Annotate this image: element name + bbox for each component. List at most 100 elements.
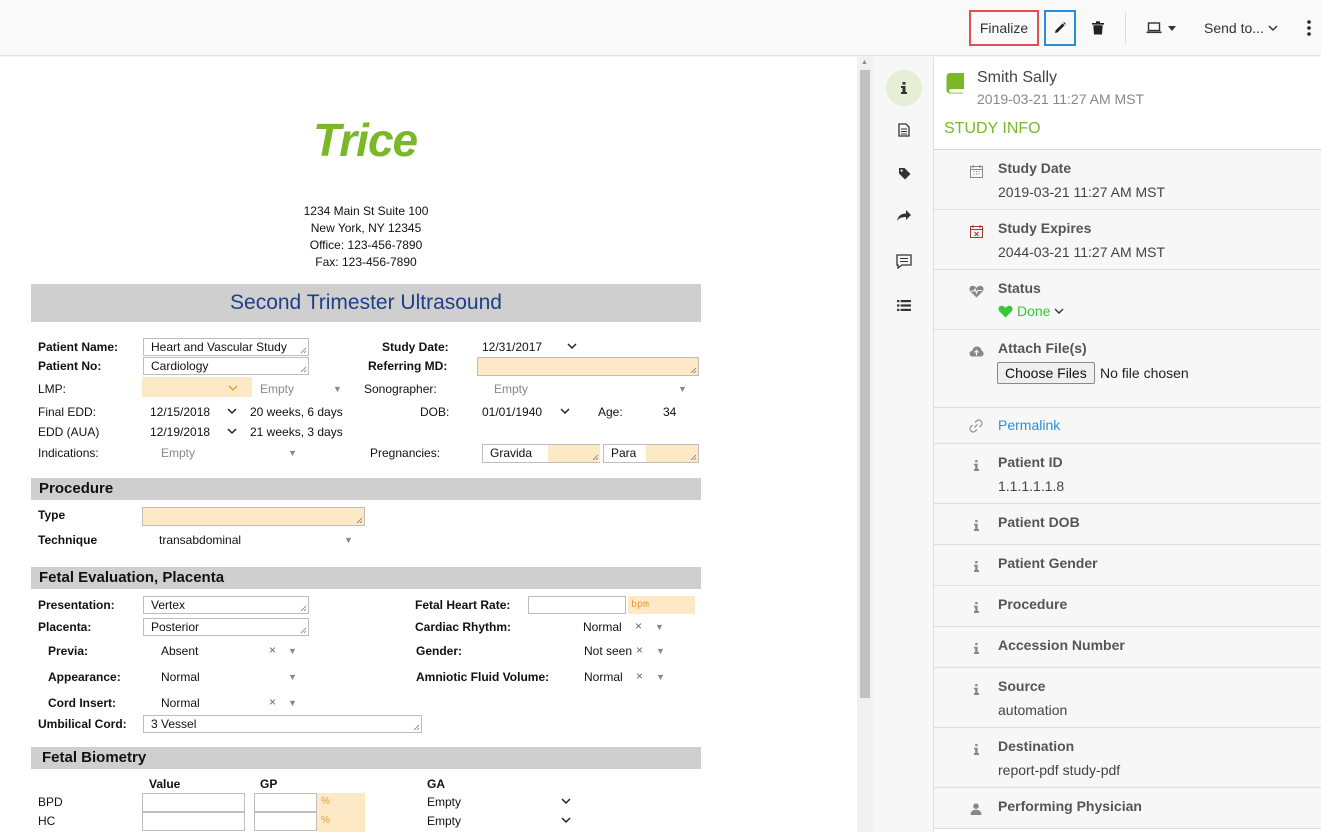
bpd-gp-input[interactable]: [254, 793, 317, 812]
finalize-button[interactable]: Finalize: [969, 10, 1039, 46]
hc-value-input[interactable]: [142, 812, 245, 831]
patient-name-field[interactable]: Heart and Vascular Study: [143, 338, 309, 356]
caret-down-icon: [1168, 25, 1176, 31]
final-edd-value: 12/15/2018: [150, 405, 211, 419]
report-document: Trice 1234 Main St Suite 100 New York, N…: [0, 57, 857, 832]
info-icon: [901, 82, 907, 94]
procedure-section-header: Procedure: [31, 478, 701, 500]
study-expires-value: 2044-03-21 11:27 AM MST: [998, 244, 1166, 260]
caret-down-icon[interactable]: ▼: [288, 672, 297, 682]
attach-files-row: Attach File(s) Choose Files No file chos…: [934, 330, 1321, 408]
bpd-label: BPD: [38, 795, 63, 809]
cloud-upload-icon: [968, 343, 984, 359]
edit-button[interactable]: [1044, 10, 1076, 46]
previa-value: Absent: [161, 644, 199, 658]
bpd-ga-value: Empty: [427, 795, 462, 809]
study-timestamp: 2019-03-21 11:27 AM MST: [977, 91, 1145, 107]
para-label: Para: [611, 446, 637, 460]
chevron-down-icon[interactable]: [227, 406, 237, 416]
chevron-down-icon[interactable]: [560, 406, 570, 416]
referring-md-field[interactable]: [477, 357, 699, 376]
referring-md-label: Referring MD:: [368, 359, 448, 373]
cord-insert-value: Normal: [161, 696, 200, 710]
caret-down-icon[interactable]: ▼: [288, 698, 297, 708]
hc-gp-input[interactable]: [254, 812, 317, 831]
fetal-eval-section-header: Fetal Evaluation, Placenta: [31, 567, 701, 589]
resize-grip-icon: [356, 517, 363, 524]
chevron-down-icon[interactable]: [561, 796, 571, 806]
study-date-label: Study Date:: [382, 340, 449, 354]
bpd-value-input[interactable]: [142, 793, 245, 812]
caret-down-icon[interactable]: ▼: [333, 384, 342, 394]
patient-no-field[interactable]: Cardiology: [143, 357, 309, 375]
info-icon: [968, 741, 984, 757]
amniotic-label: Amniotic Fluid Volume:: [416, 670, 550, 684]
chevron-down-icon: [228, 385, 238, 392]
technique-value: transabdominal: [159, 533, 242, 547]
clear-icon[interactable]: ×: [269, 695, 276, 709]
rail-tab-tags[interactable]: [886, 155, 922, 191]
study-date-row: Study Date 2019-03-21 11:27 AM MST: [934, 150, 1321, 210]
delete-button[interactable]: [1086, 14, 1110, 42]
tag-icon: [898, 167, 910, 179]
clear-icon[interactable]: ×: [636, 643, 643, 657]
lmp-date-field[interactable]: [142, 377, 252, 397]
type-label: Type: [38, 508, 66, 522]
choose-files-button[interactable]: Choose Files: [997, 362, 1095, 384]
send-to-button[interactable]: Send to...: [1204, 14, 1284, 42]
caret-down-icon[interactable]: ▼: [678, 384, 687, 394]
accession-number-label: Accession Number: [998, 637, 1125, 653]
viewer-dropdown-button[interactable]: [1140, 14, 1182, 42]
scrollbar-thumb[interactable]: [860, 70, 870, 698]
rail-tab-list[interactable]: [886, 287, 922, 323]
umbilical-cord-field[interactable]: 3 Vessel: [143, 715, 422, 733]
rail-tab-share[interactable]: [886, 198, 922, 234]
caret-down-icon[interactable]: ▼: [656, 646, 665, 656]
patient-name-label: Patient Name:: [38, 340, 119, 354]
clear-icon[interactable]: ×: [635, 619, 642, 633]
fetal-heart-rate-input[interactable]: [528, 596, 626, 614]
info-icon: [968, 640, 984, 656]
rail-tab-comments[interactable]: [886, 243, 922, 279]
caret-down-icon[interactable]: ▼: [288, 448, 297, 458]
patient-no-label: Patient No:: [38, 359, 102, 373]
accession-number-row: Accession Number: [934, 627, 1321, 668]
patient-name-heading: Smith Sally: [977, 69, 1058, 86]
chevron-down-icon[interactable]: [567, 341, 577, 351]
lmp-label: LMP:: [38, 382, 67, 396]
clear-icon[interactable]: ×: [269, 643, 276, 657]
fetal-eval-section-title: Fetal Evaluation, Placenta: [39, 569, 225, 586]
gender-label: Gender:: [416, 644, 463, 658]
procedure-row: Procedure: [934, 586, 1321, 627]
gravida-input[interactable]: [548, 445, 600, 462]
para-input[interactable]: [646, 445, 698, 462]
appearance-label: Appearance:: [48, 670, 121, 684]
destination-value: report-pdf study-pdf: [998, 762, 1121, 778]
fetal-biometry-section-title: Fetal Biometry: [42, 749, 147, 766]
resize-grip-icon: [300, 366, 307, 373]
caret-down-icon[interactable]: ▼: [656, 672, 665, 682]
status-value: Done: [1017, 303, 1051, 319]
patient-gender-label: Patient Gender: [998, 555, 1098, 571]
chevron-down-icon[interactable]: [227, 426, 237, 436]
clear-icon[interactable]: ×: [636, 669, 643, 683]
permalink-link[interactable]: Permalink: [998, 417, 1060, 433]
caret-down-icon[interactable]: ▼: [655, 622, 664, 632]
caret-down-icon[interactable]: ▼: [288, 646, 297, 656]
age-label: Age:: [598, 405, 623, 419]
study-info-panel: Smith Sally 2019-03-21 11:27 AM MST STUD…: [934, 57, 1321, 832]
rail-tab-info[interactable]: [886, 70, 922, 106]
placenta-field[interactable]: Posterior: [143, 618, 309, 636]
user-icon: [968, 801, 984, 817]
more-options-button[interactable]: [1300, 14, 1318, 42]
type-field[interactable]: [142, 507, 365, 526]
indications-label: Indications:: [38, 446, 99, 460]
presentation-field[interactable]: Vertex: [143, 596, 309, 614]
rail-tab-report[interactable]: [886, 112, 922, 148]
placenta-value: Posterior: [151, 620, 200, 634]
caret-down-icon[interactable]: ▼: [344, 535, 353, 545]
scroll-up-arrow-icon[interactable]: ▲: [861, 59, 868, 66]
chevron-down-icon[interactable]: [561, 815, 571, 825]
source-row: Source automation: [934, 668, 1321, 728]
status-dropdown[interactable]: Done: [998, 303, 1064, 319]
